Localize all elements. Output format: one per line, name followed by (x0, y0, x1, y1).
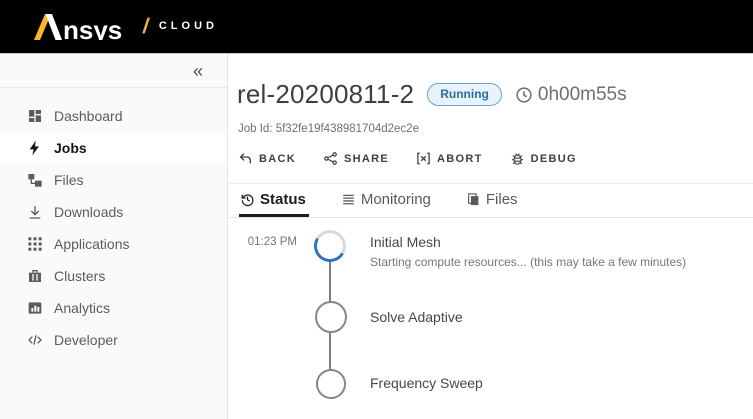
sidebar-item-label: Files (54, 172, 84, 188)
clock-icon (516, 86, 532, 103)
status-badge: Running (427, 83, 502, 106)
applications-icon (26, 236, 43, 253)
tab-status[interactable]: Status (239, 191, 309, 217)
files-copy-icon (467, 193, 479, 206)
ansys-logo: nsys (27, 13, 131, 40)
step-subtitle: Starting compute resources... (this may … (370, 255, 687, 269)
sidebar-item-label: Applications (54, 236, 130, 252)
step-title: Solve Adaptive (370, 309, 463, 325)
share-button-label: SHARE (343, 152, 389, 165)
back-button[interactable]: BACK (238, 151, 296, 166)
step-title: Frequency Sweep (370, 375, 483, 391)
downloads-icon (26, 204, 43, 221)
topbar: nsys / CLOUD (0, 0, 753, 54)
jobs-icon (26, 140, 43, 157)
ansys-wordmark-icon: nsys (34, 14, 122, 40)
elapsed-time: 0h00m55s (515, 84, 627, 106)
job-tabs: Status Monitoring Files (229, 184, 753, 218)
step-title: Initial Mesh (370, 234, 441, 250)
sidebar-item-label: Jobs (54, 140, 87, 156)
step-spinner-running (310, 226, 350, 266)
tab-files-label: Files (485, 191, 518, 208)
job-actions: BACK SHARE ABORT DEBUG (238, 151, 753, 166)
tab-monitoring-label: Monitoring (360, 191, 431, 208)
brand-rest-text: nsys (63, 15, 122, 40)
sidebar-item-label: Downloads (54, 204, 124, 220)
job-header: rel-20200811-2 Running 0h00m55s (237, 79, 753, 110)
brand-product-label: CLOUD (158, 19, 218, 32)
job-id: Job Id: 5f32fe19f438981704d2ec2e (238, 123, 419, 135)
clusters-icon (26, 268, 43, 285)
tab-files[interactable]: Files (465, 191, 521, 217)
sidebar-item-downloads[interactable]: Downloads (0, 196, 227, 228)
sidebar-item-label: Developer (54, 332, 118, 348)
job-title: rel-20200811-2 (237, 79, 415, 109)
sidebar-item-files[interactable]: Files (0, 164, 227, 196)
tab-status-label: Status (260, 191, 306, 208)
job-detail-panel: rel-20200811-2 Running 0h00m55s Job Id: … (229, 54, 753, 419)
step-circle-pending (315, 301, 347, 333)
step-circle-pending (316, 369, 346, 399)
abort-button-label: ABORT (437, 152, 483, 165)
sidebar-item-developer[interactable]: Developer (0, 324, 227, 356)
sidebar-collapse-button[interactable]: « (193, 62, 203, 80)
monitoring-list-icon (343, 194, 354, 205)
dashboard-icon (26, 108, 43, 125)
sidebar-item-label: Dashboard (54, 108, 123, 124)
ansys-cloud-app: nsys / CLOUD « Dashboard Jobs Files Down… (0, 0, 753, 419)
elapsed-time-value: 0h00m55s (537, 83, 627, 105)
brand-separator: / (141, 15, 151, 38)
sidebar-item-analytics[interactable]: Analytics (0, 292, 227, 324)
sidebar-item-dashboard[interactable]: Dashboard (0, 100, 227, 132)
sidebar-item-label: Analytics (54, 300, 111, 316)
tab-monitoring[interactable]: Monitoring (340, 191, 434, 217)
debug-icon (511, 153, 523, 165)
step-timestamp: 01:23 PM (247, 236, 297, 248)
analytics-icon (26, 300, 43, 317)
status-timeline: 01:23 PM Initial Mesh Starting compute r… (229, 225, 753, 399)
debug-button-label: DEBUG (530, 152, 577, 165)
debug-button[interactable]: DEBUG (510, 151, 577, 166)
files-icon (26, 172, 43, 189)
sidebar-item-label: Clusters (54, 268, 106, 284)
abort-icon (417, 152, 430, 165)
sidebar-collapse-row: « (0, 54, 227, 88)
sidebar-item-jobs[interactable]: Jobs (0, 132, 227, 164)
share-button[interactable]: SHARE (323, 151, 389, 166)
sidebar: « Dashboard Jobs Files Downloads Applica… (0, 54, 228, 419)
sidebar-nav: Dashboard Jobs Files Downloads Applicati… (0, 88, 227, 356)
back-icon (239, 153, 252, 164)
share-icon (324, 152, 337, 165)
back-button-label: BACK (259, 152, 296, 165)
abort-button[interactable]: ABORT (416, 151, 483, 166)
sidebar-item-applications[interactable]: Applications (0, 228, 227, 260)
history-icon (241, 194, 254, 207)
developer-icon (26, 332, 43, 349)
sidebar-item-clusters[interactable]: Clusters (0, 260, 227, 292)
